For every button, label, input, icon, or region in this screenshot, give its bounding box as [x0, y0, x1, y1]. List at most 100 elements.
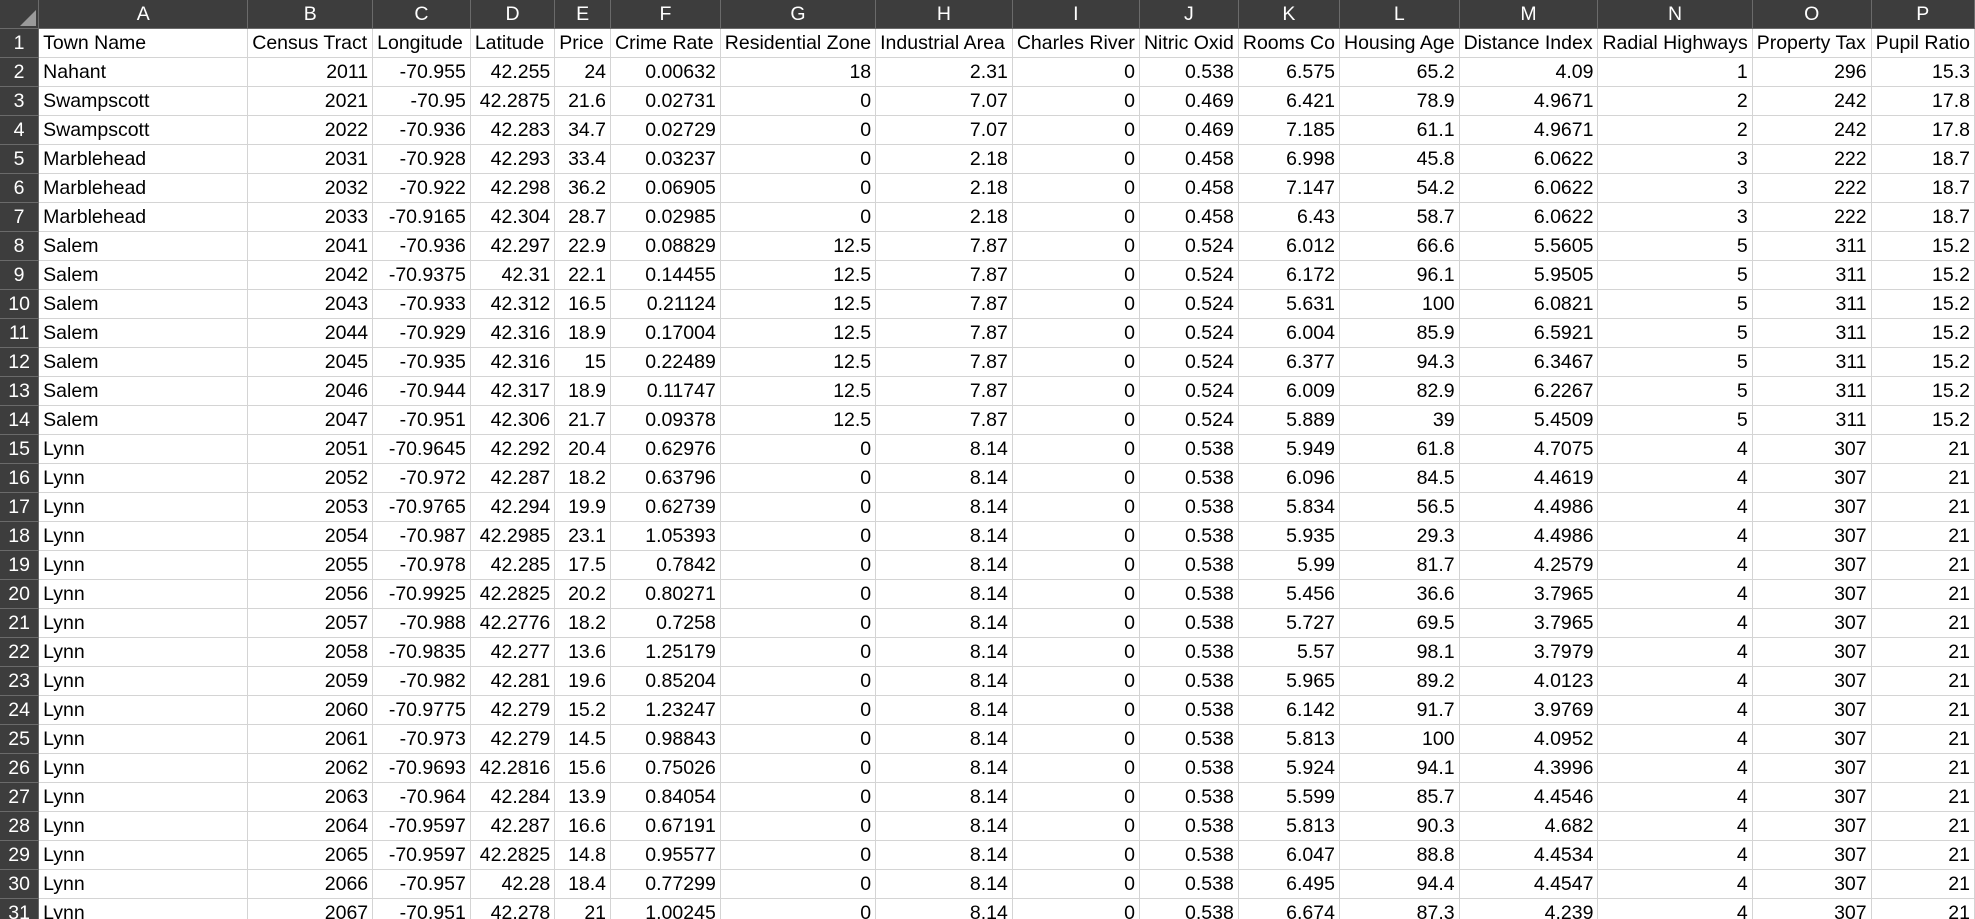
cell-i26[interactable]: 0	[1012, 753, 1140, 783]
cell-k27[interactable]: 5.599	[1238, 782, 1340, 812]
cell-a22[interactable]: Lynn	[38, 637, 249, 667]
cell-j20[interactable]: 0.538	[1139, 579, 1239, 609]
cell-b19[interactable]: 2055	[247, 550, 374, 580]
cell-a14[interactable]: Salem	[38, 405, 249, 435]
cell-h20[interactable]: 8.14	[875, 579, 1013, 609]
cell-f8[interactable]: 0.08829	[610, 231, 721, 261]
cell-i29[interactable]: 0	[1012, 840, 1140, 870]
cell-p14[interactable]: 15.2	[1871, 405, 1975, 435]
cell-g5[interactable]: 0	[720, 144, 877, 174]
cell-o30[interactable]: 307	[1752, 869, 1872, 899]
cell-n13[interactable]: 5	[1597, 376, 1753, 406]
cell-m7[interactable]: 6.0622	[1459, 202, 1599, 232]
cell-h18[interactable]: 8.14	[875, 521, 1013, 551]
cell-i6[interactable]: 0	[1012, 173, 1140, 203]
cell-p4[interactable]: 17.8	[1871, 115, 1975, 145]
cell-i11[interactable]: 0	[1012, 318, 1140, 348]
cell-o16[interactable]: 307	[1752, 463, 1872, 493]
cell-j23[interactable]: 0.538	[1139, 666, 1239, 696]
cell-k14[interactable]: 5.889	[1238, 405, 1340, 435]
cell-p20[interactable]: 21	[1871, 579, 1975, 609]
cell-b13[interactable]: 2046	[247, 376, 374, 406]
cell-e9[interactable]: 22.1	[554, 260, 612, 290]
cell-a10[interactable]: Salem	[38, 289, 249, 319]
cell-c12[interactable]: -70.935	[372, 347, 471, 377]
cell-e3[interactable]: 21.6	[554, 86, 612, 116]
cell-d17[interactable]: 42.294	[470, 492, 556, 522]
cell-m25[interactable]: 4.0952	[1459, 724, 1599, 754]
cell-c5[interactable]: -70.928	[372, 144, 471, 174]
cell-c4[interactable]: -70.936	[372, 115, 471, 145]
cell-a5[interactable]: Marblehead	[38, 144, 249, 174]
cell-h24[interactable]: 8.14	[875, 695, 1013, 725]
cell-p12[interactable]: 15.2	[1871, 347, 1975, 377]
cell-k28[interactable]: 5.813	[1238, 811, 1340, 841]
cell-e31[interactable]: 21	[554, 898, 612, 919]
cell-p25[interactable]: 21	[1871, 724, 1975, 754]
cell-p2[interactable]: 15.3	[1871, 57, 1975, 87]
row-header-28[interactable]: 28	[0, 811, 40, 841]
cell-a31[interactable]: Lynn	[38, 898, 249, 919]
cell-d7[interactable]: 42.304	[470, 202, 556, 232]
cell-i24[interactable]: 0	[1012, 695, 1140, 725]
cell-f20[interactable]: 0.80271	[610, 579, 721, 609]
cell-e24[interactable]: 15.2	[554, 695, 612, 725]
cell-k15[interactable]: 5.949	[1238, 434, 1340, 464]
cell-i13[interactable]: 0	[1012, 376, 1140, 406]
cell-h30[interactable]: 8.14	[875, 869, 1013, 899]
cell-c14[interactable]: -70.951	[372, 405, 471, 435]
cell-o23[interactable]: 307	[1752, 666, 1872, 696]
cell-o15[interactable]: 307	[1752, 434, 1872, 464]
cell-j4[interactable]: 0.469	[1139, 115, 1239, 145]
cell-o10[interactable]: 311	[1752, 289, 1872, 319]
cell-a15[interactable]: Lynn	[38, 434, 249, 464]
cell-n5[interactable]: 3	[1597, 144, 1753, 174]
cell-n30[interactable]: 4	[1597, 869, 1753, 899]
cell-d5[interactable]: 42.293	[470, 144, 556, 174]
cell-n15[interactable]: 4	[1597, 434, 1753, 464]
cell-l7[interactable]: 58.7	[1339, 202, 1460, 232]
cell-e20[interactable]: 20.2	[554, 579, 612, 609]
cell-b18[interactable]: 2054	[247, 521, 374, 551]
cell-c20[interactable]: -70.9925	[372, 579, 471, 609]
cell-d8[interactable]: 42.297	[470, 231, 556, 261]
cell-o29[interactable]: 307	[1752, 840, 1872, 870]
cell-n6[interactable]: 3	[1597, 173, 1753, 203]
cell-b28[interactable]: 2064	[247, 811, 374, 841]
row-header-29[interactable]: 29	[0, 840, 40, 870]
cell-l27[interactable]: 85.7	[1339, 782, 1460, 812]
cell-h17[interactable]: 8.14	[875, 492, 1013, 522]
cell-l24[interactable]: 91.7	[1339, 695, 1460, 725]
cell-c9[interactable]: -70.9375	[372, 260, 471, 290]
cell-e29[interactable]: 14.8	[554, 840, 612, 870]
cell-o1[interactable]: Property Tax	[1752, 28, 1872, 58]
cell-p3[interactable]: 17.8	[1871, 86, 1975, 116]
cell-c6[interactable]: -70.922	[372, 173, 471, 203]
cell-b23[interactable]: 2059	[247, 666, 374, 696]
column-header-p[interactable]: P	[1871, 0, 1975, 29]
cell-p15[interactable]: 21	[1871, 434, 1975, 464]
cell-m4[interactable]: 4.9671	[1459, 115, 1599, 145]
cell-n19[interactable]: 4	[1597, 550, 1753, 580]
cell-l30[interactable]: 94.4	[1339, 869, 1460, 899]
cell-l16[interactable]: 84.5	[1339, 463, 1460, 493]
cell-b31[interactable]: 2067	[247, 898, 374, 919]
cell-c17[interactable]: -70.9765	[372, 492, 471, 522]
cell-f1[interactable]: Crime Rate	[610, 28, 721, 58]
cell-k13[interactable]: 6.009	[1238, 376, 1340, 406]
cell-d16[interactable]: 42.287	[470, 463, 556, 493]
cell-n23[interactable]: 4	[1597, 666, 1753, 696]
row-header-14[interactable]: 14	[0, 405, 40, 435]
cell-e6[interactable]: 36.2	[554, 173, 612, 203]
cell-d22[interactable]: 42.277	[470, 637, 556, 667]
cell-f24[interactable]: 1.23247	[610, 695, 721, 725]
cell-n9[interactable]: 5	[1597, 260, 1753, 290]
cell-c22[interactable]: -70.9835	[372, 637, 471, 667]
cell-c25[interactable]: -70.973	[372, 724, 471, 754]
cell-n14[interactable]: 5	[1597, 405, 1753, 435]
cell-i30[interactable]: 0	[1012, 869, 1140, 899]
cell-h12[interactable]: 7.87	[875, 347, 1013, 377]
cell-o27[interactable]: 307	[1752, 782, 1872, 812]
cell-g30[interactable]: 0	[720, 869, 877, 899]
cell-m13[interactable]: 6.2267	[1459, 376, 1599, 406]
